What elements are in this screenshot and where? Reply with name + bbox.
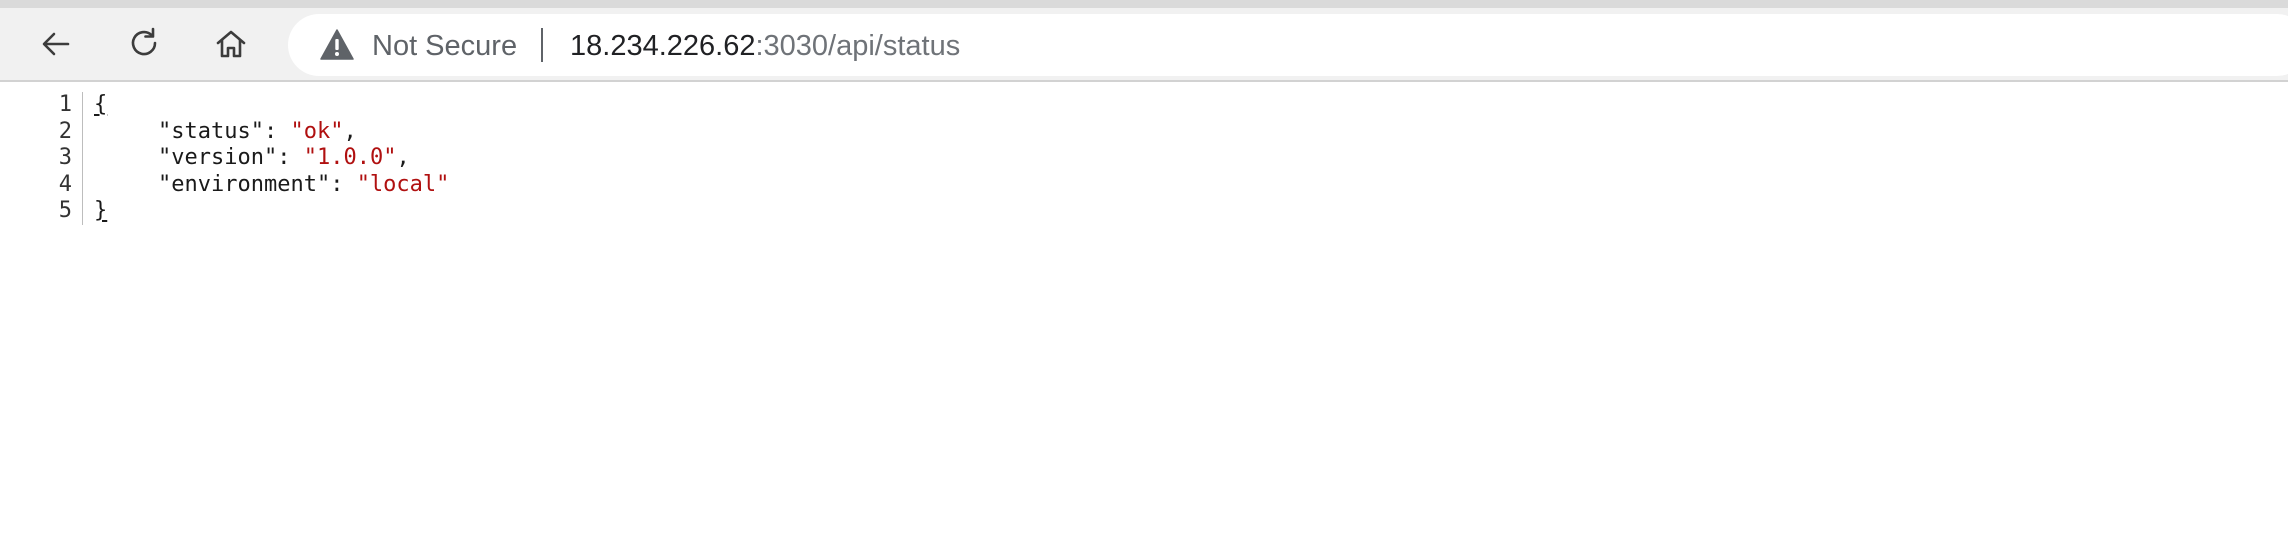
code-line: } (94, 198, 449, 225)
json-key: "version" (158, 145, 278, 170)
code-line: "status": "ok", (158, 118, 357, 144)
json-string-value: "1.0.0" (303, 145, 397, 170)
json-string-value: "local" (356, 171, 450, 197)
code-line: "environment": "local" (158, 171, 450, 197)
json-string-value: "ok" (290, 118, 344, 144)
line-number-gutter: 1 2 3 4 5 (40, 92, 83, 225)
json-code: { "status": "ok", "version": "1.0.0", "e… (94, 92, 449, 225)
security-status-label[interactable]: Not Secure (372, 29, 517, 63)
address-bar[interactable]: Not Secure 18.234.226.62:3030/api/status (288, 14, 2288, 76)
reload-button[interactable] (120, 20, 168, 68)
home-button[interactable] (207, 20, 255, 68)
line-number: 5 (58, 198, 72, 223)
line-number: 4 (58, 171, 72, 197)
address-bar-divider (541, 28, 543, 62)
back-button[interactable] (32, 20, 80, 68)
browser-toolbar: Not Secure 18.234.226.62:3030/api/status (0, 8, 2288, 82)
home-icon (216, 30, 246, 58)
url-text[interactable]: 18.234.226.62:3030/api/status (570, 29, 960, 63)
url-path: :3030/api/status (755, 30, 961, 62)
code-line: "version": "1.0.0", (158, 145, 410, 170)
json-key: "status" (158, 118, 264, 144)
window-top-edge (0, 0, 2288, 8)
url-host: 18.234.226.62 (570, 30, 756, 62)
json-viewer: 1 2 3 4 5 { "status": "ok", "version": "… (0, 84, 2288, 556)
json-key: "environment" (158, 171, 331, 197)
close-brace-fold-toggle[interactable]: } (94, 198, 107, 223)
warning-triangle-icon[interactable] (320, 28, 354, 62)
back-arrow-icon (42, 32, 70, 56)
open-brace-fold-toggle[interactable]: { (94, 92, 107, 117)
line-number: 1 (58, 92, 72, 117)
code-line: { (94, 92, 449, 119)
line-number: 3 (58, 145, 72, 170)
line-number: 2 (58, 118, 72, 144)
reload-icon (131, 27, 157, 56)
